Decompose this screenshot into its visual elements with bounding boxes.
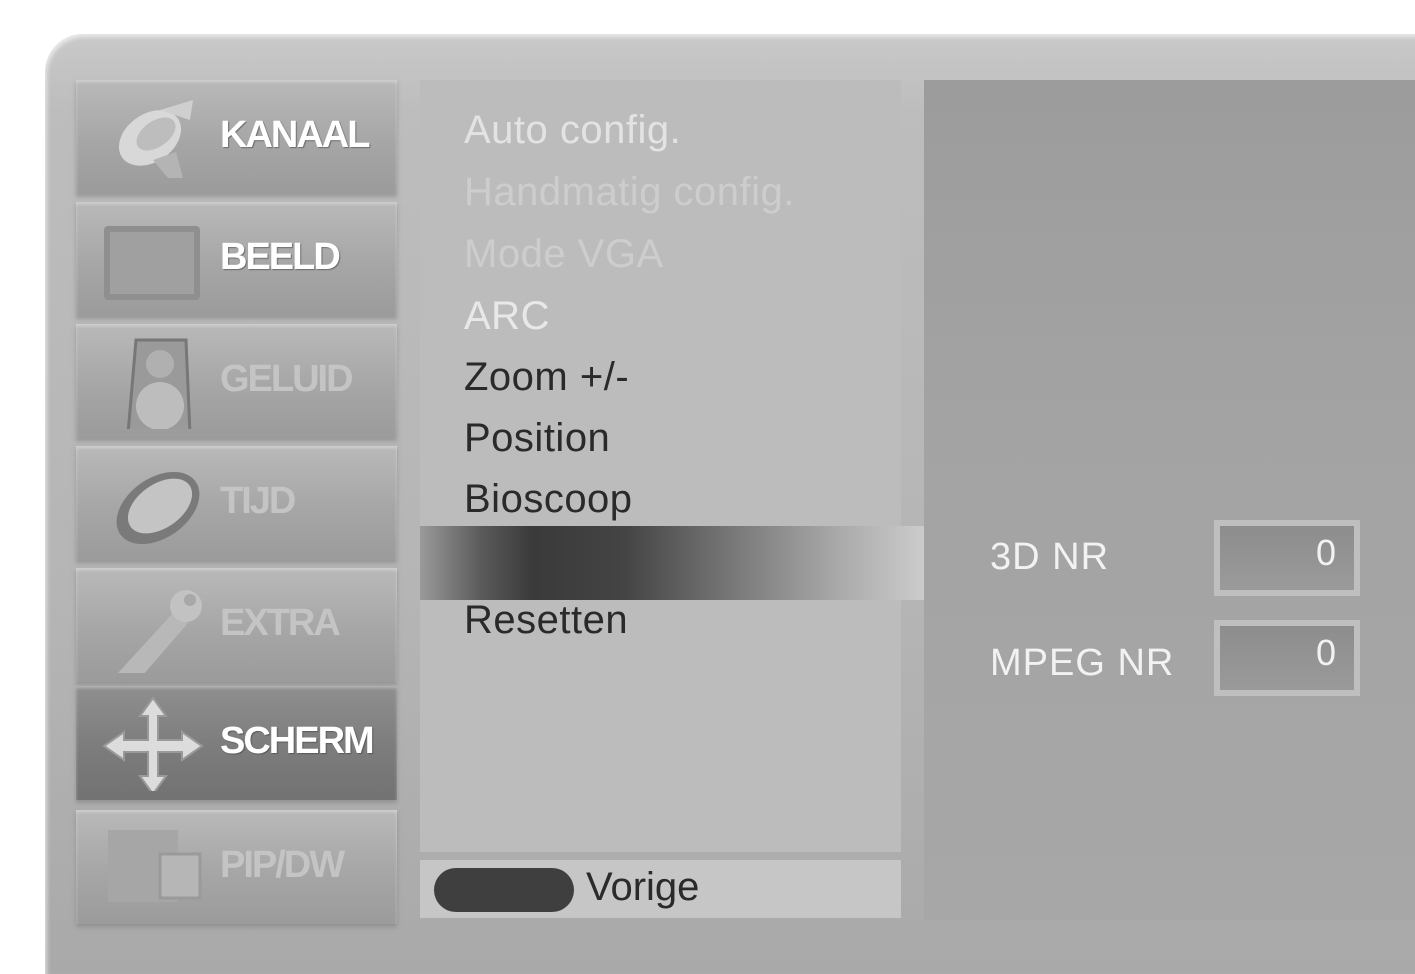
mpeg-nr-label: MPEG NR: [990, 642, 1175, 684]
menu-label: BEELD: [220, 236, 341, 278]
noise-reduction-panel: 3D NR 0 MPEG NR 0: [924, 80, 1415, 920]
nr3d-value: 0: [1315, 532, 1336, 573]
back-button-icon[interactable]: [434, 868, 574, 912]
menu-label: GELUID: [220, 358, 354, 400]
submenu-footer: Vorige: [420, 860, 901, 918]
wrench-icon: [118, 590, 202, 673]
clock-icon: [116, 471, 200, 545]
nr3d-value-box[interactable]: 0: [1214, 520, 1360, 596]
submenu-item-position[interactable]: Position: [464, 416, 610, 461]
nr3d-label: 3D NR: [990, 536, 1110, 578]
picture-icon: [104, 226, 200, 300]
menu-label: EXTRA: [220, 602, 341, 644]
menu-label: TIJD: [220, 480, 296, 522]
menu-item-pip[interactable]: PIP/DW: [76, 810, 397, 924]
menu-item-beeld[interactable]: BEELD: [76, 202, 397, 316]
submenu-highlight-bar[interactable]: [420, 526, 932, 600]
submenu-item-resetten[interactable]: Resetten: [464, 598, 628, 643]
menu-label: SCHERM: [220, 720, 375, 762]
menu-item-scherm[interactable]: SCHERM: [76, 686, 397, 800]
move-arrows-icon: [102, 696, 204, 791]
mpeg-nr-value-box[interactable]: 0: [1214, 620, 1360, 696]
submenu-item-auto-config[interactable]: Auto config.: [464, 108, 681, 153]
submenu-item-zoom[interactable]: Zoom +/-: [464, 355, 629, 400]
menu-item-kanaal[interactable]: KANAAL: [76, 80, 397, 194]
menu-item-tijd[interactable]: TIJD: [76, 446, 397, 560]
submenu-item-handmatig-config[interactable]: Handmatig config.: [464, 170, 795, 215]
main-menu: KANAAL BEELD GELUID TIJD EXTRA SCHERM PI…: [76, 80, 397, 924]
back-label[interactable]: Vorige: [586, 865, 699, 910]
submenu-panel: Auto config. Handmatig config. Mode VGA …: [420, 80, 932, 920]
menu-label: KANAAL: [220, 114, 370, 156]
menu-label: PIP/DW: [220, 844, 345, 886]
submenu-item-bioscoop[interactable]: Bioscoop: [464, 477, 633, 522]
pip-icon: [108, 830, 202, 902]
submenu-item-arc[interactable]: ARC: [464, 294, 550, 339]
satellite-dish-icon: [118, 100, 193, 178]
speaker-icon: [126, 338, 192, 429]
submenu-item-mode-vga[interactable]: Mode VGA: [464, 232, 664, 277]
mpeg-nr-value: 0: [1315, 632, 1336, 673]
menu-item-geluid[interactable]: GELUID: [76, 324, 397, 438]
menu-item-extra[interactable]: EXTRA: [76, 568, 397, 682]
